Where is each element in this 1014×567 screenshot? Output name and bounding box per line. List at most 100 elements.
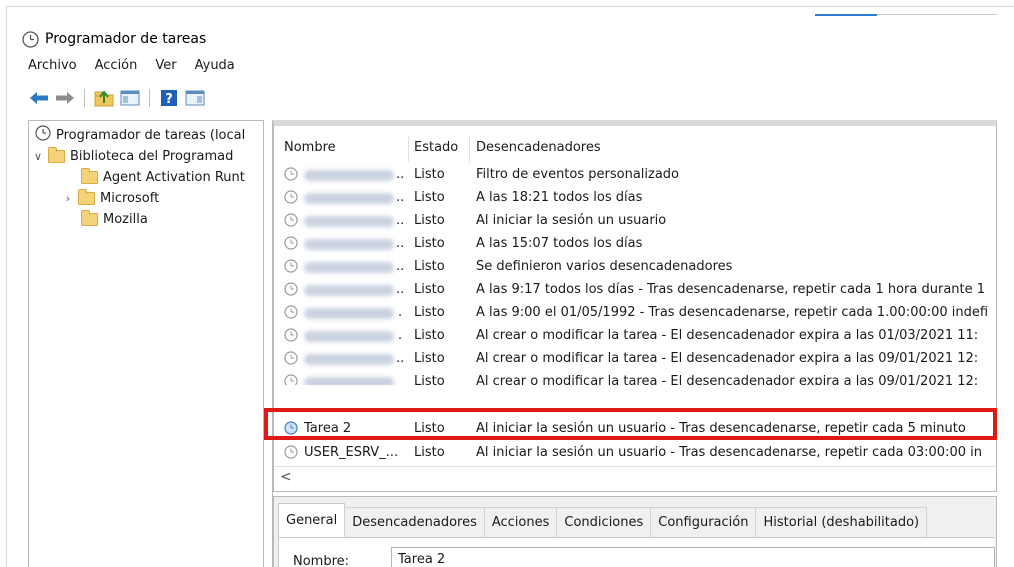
table-row[interactable]: . Listo Al crear o modificar la tarea - …: [274, 325, 994, 347]
table-row[interactable]: USER_ESRV_... Listo Al iniciar la sesión…: [274, 442, 994, 460]
task-trigger: Al iniciar la sesión un usuario - Tras d…: [476, 445, 982, 460]
column-header-desencadenadores[interactable]: Desencadenadores: [476, 140, 601, 155]
tab-desencadenadores[interactable]: Desencadenadores: [344, 507, 485, 537]
task-name: USER_ESRV_...: [304, 445, 399, 460]
task-status: Listo: [414, 259, 445, 274]
task-clock-icon: [284, 236, 298, 254]
tree-item-mozilla[interactable]: Mozilla: [81, 209, 148, 229]
chevron-right-icon[interactable]: ›: [63, 192, 73, 205]
show-hide-console-tree-icon[interactable]: [119, 88, 141, 108]
menu-bar: Archivo Acción Ver Ayuda: [28, 58, 235, 73]
highlight-box: [264, 408, 997, 440]
back-arrow-icon[interactable]: [28, 88, 50, 108]
tab-condiciones[interactable]: Condiciones: [556, 507, 652, 537]
up-folder-icon[interactable]: [93, 88, 115, 108]
tree-item-label: Microsoft: [100, 190, 160, 206]
tab-general[interactable]: General: [278, 503, 346, 537]
task-name: ..: [396, 259, 405, 274]
name-field[interactable]: Tarea 2: [391, 547, 995, 567]
task-clock-icon: [284, 374, 298, 385]
task-clock-icon: [284, 305, 298, 323]
window-title: Programador de tareas: [45, 31, 207, 47]
task-status: Listo: [414, 374, 445, 385]
task-clock-icon: [284, 259, 298, 277]
task-clock-icon: [284, 282, 298, 300]
task-status: Listo: [414, 190, 445, 205]
scroll-left-icon[interactable]: <: [280, 469, 292, 485]
tree-item-agent-activation[interactable]: Agent Activation Runt: [81, 167, 245, 187]
table-row[interactable]: .. Listo A las 18:21 todos los días: [274, 187, 994, 209]
task-status: Listo: [414, 282, 445, 297]
task-status: Listo: [414, 236, 445, 251]
toolbar-separator: [149, 89, 150, 107]
chevron-down-icon[interactable]: ∨: [33, 150, 43, 163]
horizontal-scrollbar[interactable]: <: [274, 466, 996, 488]
name-label: Nombre:: [293, 554, 350, 567]
task-scheduler-icon: [22, 30, 39, 48]
main-pane: Nombre Estado Desencadenadores .. Listo …: [272, 120, 1002, 567]
table-row[interactable]: .. Listo Filtro de eventos personalizado: [274, 164, 994, 186]
task-status: Listo: [414, 445, 445, 460]
blurred-name: [304, 239, 394, 250]
task-clock-icon: [284, 328, 298, 346]
column-header-estado[interactable]: Estado: [414, 140, 458, 155]
menu-archivo[interactable]: Archivo: [28, 58, 77, 73]
help-icon[interactable]: ?: [158, 88, 180, 108]
blurred-name: [304, 331, 394, 342]
tab-acciones[interactable]: Acciones: [483, 507, 558, 537]
task-status: Listo: [414, 213, 445, 228]
folder-icon: [78, 188, 95, 205]
column-header-nombre[interactable]: Nombre: [284, 140, 336, 155]
tab-configuracion[interactable]: Configuración: [650, 507, 757, 537]
task-trigger: A las 15:07 todos los días: [476, 236, 643, 251]
table-row[interactable]: .. Listo A las 15:07 todos los días: [274, 233, 994, 255]
task-name: ..: [396, 190, 405, 205]
show-hide-action-pane-icon[interactable]: [184, 88, 206, 108]
blurred-name: [304, 193, 394, 204]
blurred-name: [304, 308, 394, 319]
task-trigger: Filtro de eventos personalizado: [476, 167, 680, 182]
folder-icon: [81, 167, 98, 184]
divider-line: [877, 14, 997, 15]
task-trigger: Se definieron varios desencadenadores: [476, 259, 733, 274]
table-row[interactable]: .. Listo A las 9:17 todos los días - Tra…: [274, 279, 994, 301]
column-separator: [408, 136, 409, 162]
task-name: ..: [396, 167, 405, 182]
library-folder-icon: [48, 146, 65, 163]
table-row[interactable]: . Listo A las 9:00 el 01/05/1992 - Tras …: [274, 302, 994, 324]
blurred-name: [304, 285, 394, 296]
task-status: Listo: [414, 305, 445, 320]
task-trigger: Al crear o modificar la tarea - El desen…: [476, 328, 979, 343]
task-clock-icon: [284, 213, 298, 231]
task-clock-icon: [284, 445, 298, 460]
console-tree: Programador de tareas (local ∨ Bibliotec…: [28, 120, 264, 567]
column-separator: [469, 136, 470, 162]
table-row[interactable]: Listo Al crear o modificar la tarea - El…: [274, 371, 994, 385]
blurred-name: [304, 354, 394, 365]
title-bar: Programador de tareas: [22, 28, 206, 50]
blurred-name: [304, 216, 394, 227]
table-row[interactable]: .. Listo Al iniciar la sesión un usuario: [274, 210, 994, 232]
tree-item-library[interactable]: ∨ Biblioteca del Programad: [33, 146, 233, 166]
blurred-name: [304, 170, 394, 181]
tree-item-root[interactable]: Programador de tareas (local: [35, 125, 245, 145]
task-trigger: A las 9:00 el 01/05/1992 - Tras desencad…: [476, 305, 989, 320]
folder-icon: [81, 209, 98, 226]
general-tab-content: Nombre: Tarea 2: [278, 537, 995, 567]
task-name: .: [398, 305, 403, 320]
task-name: ..: [396, 282, 405, 297]
tab-historial[interactable]: Historial (deshabilitado): [755, 507, 928, 537]
forward-arrow-icon[interactable]: [54, 88, 76, 108]
menu-ver[interactable]: Ver: [155, 58, 176, 73]
menu-ayuda[interactable]: Ayuda: [195, 58, 235, 73]
tree-item-label: Mozilla: [103, 211, 148, 227]
table-row[interactable]: .. Listo Se definieron varios desencaden…: [274, 256, 994, 278]
table-row[interactable]: .. Listo Al crear o modificar la tarea -…: [274, 348, 994, 370]
task-name: ..: [396, 351, 405, 366]
task-trigger: A las 9:17 todos los días - Tras desenca…: [476, 282, 986, 297]
toolbar: ?: [28, 87, 206, 109]
task-trigger: Al crear o modificar la tarea - El desen…: [476, 374, 979, 385]
menu-accion[interactable]: Acción: [95, 58, 138, 73]
tree-item-microsoft[interactable]: › Microsoft: [63, 188, 159, 208]
blurred-name: [304, 377, 394, 385]
